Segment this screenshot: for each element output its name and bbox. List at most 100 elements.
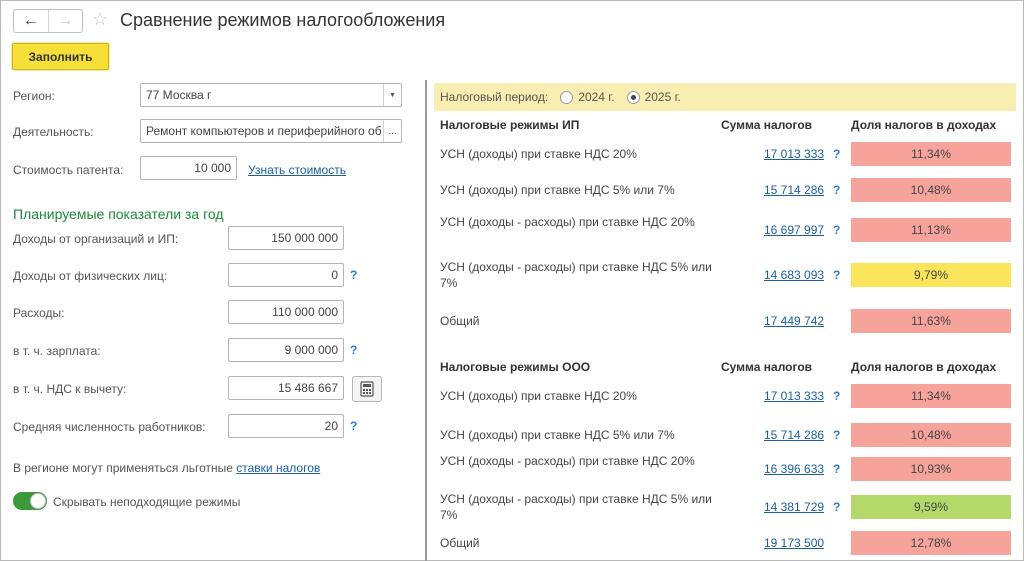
- tax-sum-link[interactable]: 15 714 286: [764, 428, 824, 442]
- vat-label: в т. ч. НДС к вычету:: [13, 382, 127, 396]
- nav-buttons: ← →: [13, 9, 83, 33]
- help-icon[interactable]: ?: [833, 462, 840, 476]
- tax-mode-name: УСН (доходы) при ставке НДС 5% или 7%: [440, 428, 675, 442]
- salary-label: в т. ч. зарплата:: [13, 344, 101, 358]
- benefits-note: В регионе могут применяться льготные ста…: [13, 461, 320, 475]
- region-label: Регион:: [13, 89, 55, 103]
- tax-mode-name: УСН (доходы) при ставке НДС 5% или 7%: [440, 183, 675, 197]
- tax-share-cell: 10,93%: [851, 457, 1011, 481]
- help-icon[interactable]: ?: [350, 268, 357, 282]
- tax-sum-link[interactable]: 15 714 286: [764, 183, 824, 197]
- income-persons-field[interactable]: 0: [228, 263, 344, 287]
- calculator-icon: [360, 381, 374, 397]
- tax-share-cell: 12,78%: [851, 531, 1011, 555]
- salary-value: 9 000 000: [284, 343, 338, 357]
- tax-mode-name: Общий: [440, 314, 480, 328]
- section-title: Планируемые показатели за год: [13, 206, 224, 222]
- tax-sum-link[interactable]: 19 173 500: [764, 536, 824, 550]
- tax-share-cell: 10,48%: [851, 423, 1011, 447]
- period-option-2025[interactable]: 2025 г.: [626, 90, 681, 104]
- ooo-header-mode: Налоговые режимы ООО: [440, 360, 591, 374]
- help-icon[interactable]: ?: [350, 419, 357, 433]
- more-icon[interactable]: ...: [383, 120, 401, 142]
- income-orgs-label: Доходы от организаций и ИП:: [13, 232, 179, 246]
- tax-share-cell: 10,48%: [851, 178, 1011, 202]
- arrow-left-icon: ←: [22, 12, 39, 29]
- tax-share-cell: 11,63%: [851, 309, 1011, 333]
- panel-divider: [425, 80, 427, 561]
- tax-mode-name: УСН (доходы - расходы) при ставке НДС 20…: [440, 454, 695, 468]
- employees-value: 20: [324, 419, 338, 433]
- help-icon[interactable]: ?: [350, 343, 357, 357]
- period-option-label: 2025 г.: [644, 90, 681, 104]
- tax-rates-link[interactable]: ставки налогов: [236, 461, 320, 475]
- tax-mode-name: УСН (доходы) при ставке НДС 20%: [440, 389, 637, 403]
- tax-sum-link[interactable]: 14 381 729: [764, 500, 824, 514]
- patent-cost-link[interactable]: Узнать стоимость: [248, 163, 346, 177]
- hide-modes-label: Скрывать неподходящие режимы: [53, 495, 241, 509]
- tax-share-cell: 9,79%: [851, 263, 1011, 287]
- employees-field[interactable]: 20: [228, 414, 344, 438]
- tax-share-cell: 11,13%: [851, 218, 1011, 242]
- star-icon[interactable]: ☆: [92, 9, 108, 29]
- period-bar: Налоговый период: 2024 г. 2025 г.: [434, 83, 1016, 111]
- vat-value: 15 486 667: [277, 381, 338, 395]
- radio-icon: [560, 90, 574, 104]
- employees-label: Средняя численность работников:: [13, 420, 206, 434]
- help-icon[interactable]: ?: [833, 428, 840, 442]
- salary-field[interactable]: 9 000 000: [228, 338, 344, 362]
- help-icon[interactable]: ?: [833, 147, 840, 161]
- ip-header-sum: Сумма налогов: [721, 118, 813, 132]
- expenses-field[interactable]: 110 000 000: [228, 300, 344, 324]
- income-orgs-field[interactable]: 150 000 000: [228, 226, 344, 250]
- arrow-right-icon: →: [57, 12, 74, 29]
- period-option-label: 2024 г.: [578, 90, 615, 104]
- tax-mode-name: УСН (доходы - расходы) при ставке НДС 5%…: [440, 492, 712, 522]
- patent-label: Стоимость патента:: [13, 163, 124, 177]
- tax-share-cell: 11,34%: [851, 142, 1011, 166]
- tax-mode-name: УСН (доходы - расходы) при ставке НДС 20…: [440, 215, 695, 229]
- page-title: Сравнение режимов налогообложения: [120, 10, 446, 30]
- region-select[interactable]: 77 Москва г ▼: [140, 83, 402, 107]
- ooo-header-share: Доля налогов в доходах: [851, 360, 997, 374]
- tax-sum-link[interactable]: 17 013 333: [764, 147, 824, 161]
- patent-value: 10 000: [194, 161, 231, 175]
- expenses-label: Расходы:: [13, 306, 65, 320]
- income-orgs-value: 150 000 000: [271, 231, 338, 245]
- period-option-2024[interactable]: 2024 г.: [560, 90, 615, 104]
- vat-field[interactable]: 15 486 667: [228, 376, 344, 400]
- tax-sum-link[interactable]: 17 449 742: [764, 314, 824, 328]
- activity-label: Деятельность:: [13, 125, 94, 139]
- tax-sum-link[interactable]: 16 396 633: [764, 462, 824, 476]
- fill-button[interactable]: Заполнить: [12, 43, 109, 70]
- tax-sum-link[interactable]: 17 013 333: [764, 389, 824, 403]
- tax-sum-link[interactable]: 14 683 093: [764, 268, 824, 282]
- forward-button[interactable]: →: [49, 10, 83, 32]
- ooo-header-sum: Сумма налогов: [721, 360, 813, 374]
- hide-modes-toggle[interactable]: [13, 492, 47, 510]
- help-icon[interactable]: ?: [833, 389, 840, 403]
- help-icon[interactable]: ?: [833, 183, 840, 197]
- help-icon[interactable]: ?: [833, 223, 840, 237]
- ip-header-mode: Налоговые режимы ИП: [440, 118, 580, 132]
- calculator-button[interactable]: [352, 376, 382, 402]
- activity-field[interactable]: Ремонт компьютеров и периферийного об ..…: [140, 119, 402, 143]
- help-icon[interactable]: ?: [833, 268, 840, 282]
- tax-mode-name: Общий: [440, 536, 480, 550]
- toggle-knob: [30, 493, 46, 509]
- patent-field[interactable]: 10 000: [140, 156, 237, 180]
- benefits-text: В регионе могут применяться льготные: [13, 461, 233, 475]
- tax-sum-link[interactable]: 16 697 997: [764, 223, 824, 237]
- tax-share-cell: 11,34%: [851, 384, 1011, 408]
- activity-value: Ремонт компьютеров и периферийного об: [146, 124, 382, 138]
- tax-mode-name: УСН (доходы) при ставке НДС 20%: [440, 147, 637, 161]
- ip-header-share: Доля налогов в доходах: [851, 118, 997, 132]
- back-button[interactable]: ←: [14, 10, 49, 32]
- help-icon[interactable]: ?: [833, 500, 840, 514]
- period-label: Налоговый период:: [440, 90, 549, 104]
- chevron-down-icon[interactable]: ▼: [383, 84, 401, 106]
- tax-share-cell: 9,59%: [851, 495, 1011, 519]
- region-value: 77 Москва г: [146, 88, 212, 102]
- income-persons-label: Доходы от физических лиц:: [13, 269, 168, 283]
- income-persons-value: 0: [331, 268, 338, 282]
